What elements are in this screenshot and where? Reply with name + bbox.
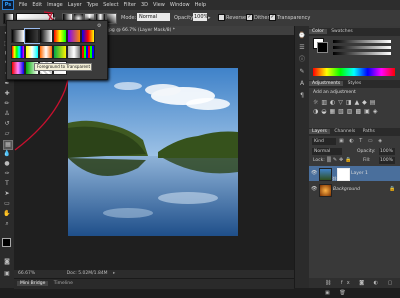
color-slider-b[interactable]	[333, 52, 391, 55]
layers-footer-icons[interactable]: ⛓ fx ◙ ◐ ▢ ▣ 🗑	[309, 278, 400, 296]
layer-opacity-label: Opacity:	[357, 149, 376, 154]
layer-thumbnail	[319, 168, 332, 181]
lock-icons[interactable]: ▒✎✥🔒	[327, 157, 353, 163]
layers-panel-tabs: Layers Channels Paths	[309, 128, 400, 136]
info-panel-icon[interactable]: ⓘ	[298, 56, 306, 64]
gradient-swatch-fg-transparent[interactable]	[24, 28, 40, 44]
layer-opacity-field[interactable]: 100%	[379, 148, 395, 155]
visibility-eye-icon[interactable]: 👁	[311, 166, 317, 181]
gradient-swatch-red-green[interactable]	[53, 29, 67, 43]
tab-layers[interactable]: Layers	[309, 129, 330, 134]
gradient-swatch-green[interactable]	[53, 45, 67, 59]
tab-timeline[interactable]: Timeline	[54, 281, 73, 286]
fill-label: Fill:	[363, 158, 371, 163]
status-arrow-icon[interactable]: ▸	[113, 271, 115, 276]
tab-swatches[interactable]: Swatches	[328, 29, 356, 34]
paragraph-panel-icon[interactable]: ¶	[298, 92, 306, 100]
gradient-swatch-chrome[interactable]	[67, 45, 81, 59]
lock-label: Lock:	[313, 158, 325, 163]
bottom-panel-tabs: Mini Bridge Timeline	[14, 278, 294, 289]
gradient-swatch-spectrum[interactable]	[11, 45, 25, 59]
layer-filter-icons[interactable]: ▣ ◐ T ▭ ◈	[339, 138, 395, 145]
layer-mask-thumbnail[interactable]	[337, 168, 350, 181]
layer-row-layer-1[interactable]: 👁 ⛓ Layer 1	[309, 166, 400, 181]
gradient-swatch-stripes[interactable]	[81, 45, 95, 59]
gradient-swatch-yellow-cyan[interactable]	[25, 45, 39, 59]
layer-name: Background	[333, 187, 360, 192]
layer-thumbnail	[319, 184, 332, 197]
tab-mini-bridge[interactable]: Mini Bridge	[17, 281, 49, 286]
adjustments-panel-tabs: Adjustments Styles	[309, 80, 400, 88]
tab-paths[interactable]: Paths	[360, 129, 378, 134]
collapsed-panels-strip: ⌚ ☰ ⓘ ✎ A ¶	[294, 26, 309, 288]
zoom-level[interactable]: 66.67%	[18, 271, 35, 276]
adjustments-heading: Add an adjustment	[313, 90, 356, 95]
gradient-swatch-rainbow[interactable]	[11, 61, 25, 75]
layer-name: Layer 1	[351, 171, 368, 176]
gradient-swatch-black-white[interactable]	[39, 29, 53, 43]
color-slider-r[interactable]	[333, 40, 391, 43]
color-slider-g[interactable]	[333, 46, 391, 49]
tab-color[interactable]: Color	[309, 29, 327, 34]
gradient-swatch-fg-bg[interactable]	[11, 29, 25, 43]
character-panel-icon[interactable]: A	[298, 80, 306, 88]
gradient-swatch-orange[interactable]	[39, 45, 53, 59]
gear-icon[interactable]: ⚙	[97, 23, 101, 29]
gradient-swatch-blue-red-yellow[interactable]	[81, 29, 95, 43]
layer-blend-mode-select[interactable]: Normal	[312, 148, 342, 155]
layer-filter-kind[interactable]: Kind	[312, 138, 336, 145]
lock-icon: 🔒	[389, 186, 396, 192]
color-panel-tabs: Color Swatches	[309, 28, 400, 36]
status-bar: 66.67% Doc: 5.02M/1.84M ▸	[14, 270, 294, 278]
fill-field[interactable]: 100%	[379, 157, 395, 164]
visibility-eye-icon[interactable]: 👁	[311, 182, 317, 197]
doc-info: Doc: 5.02M/1.84M	[66, 271, 108, 276]
color-ramp[interactable]	[313, 68, 395, 76]
layer-row-background[interactable]: 👁 Background 🔒	[309, 182, 400, 197]
background-color-chip[interactable]	[317, 42, 328, 53]
tab-adjustments[interactable]: Adjustments	[309, 81, 344, 86]
right-panel-dock: Color Swatches Adjustments Styles Add an…	[309, 26, 400, 296]
tab-styles[interactable]: Styles	[345, 81, 365, 86]
brush-panel-icon[interactable]: ✎	[298, 68, 306, 76]
gradient-swatch-violet-orange[interactable]	[67, 29, 81, 43]
properties-panel-icon[interactable]: ☰	[298, 44, 306, 52]
adjustment-icons-grid[interactable]: ☼▥◐▽◨▲◆▤ ◑◒▦▧▨▩▣◈	[313, 98, 397, 118]
gradient-picker-popup: ⚙ Foreground to Transparent	[6, 20, 108, 80]
tab-channels[interactable]: Channels	[331, 129, 358, 134]
gradient-tooltip: Foreground to Transparent	[34, 63, 92, 71]
history-panel-icon[interactable]: ⌚	[298, 32, 306, 40]
